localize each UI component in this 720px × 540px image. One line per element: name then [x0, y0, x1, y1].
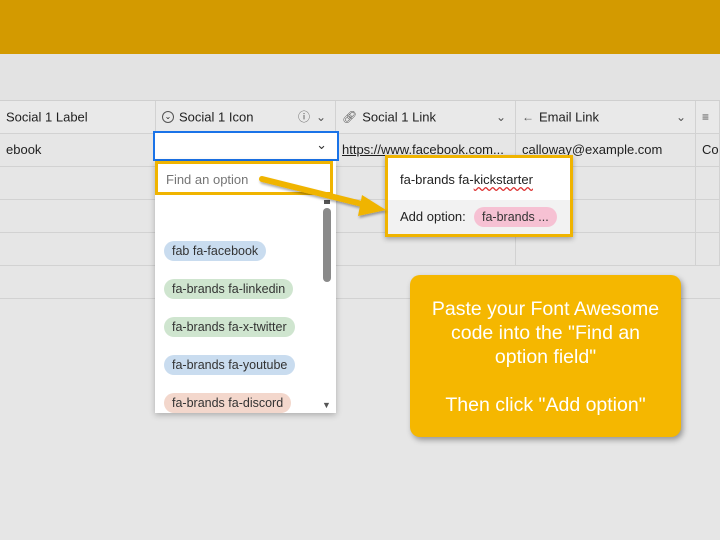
callout-line-2: Then click "Add option" — [445, 394, 646, 416]
annotation-arrow — [259, 176, 386, 216]
callout-line-1: Paste your Font Awesome code into the "F… — [431, 298, 660, 368]
instruction-callout: Paste your Font Awesome code into the "F… — [410, 275, 681, 437]
